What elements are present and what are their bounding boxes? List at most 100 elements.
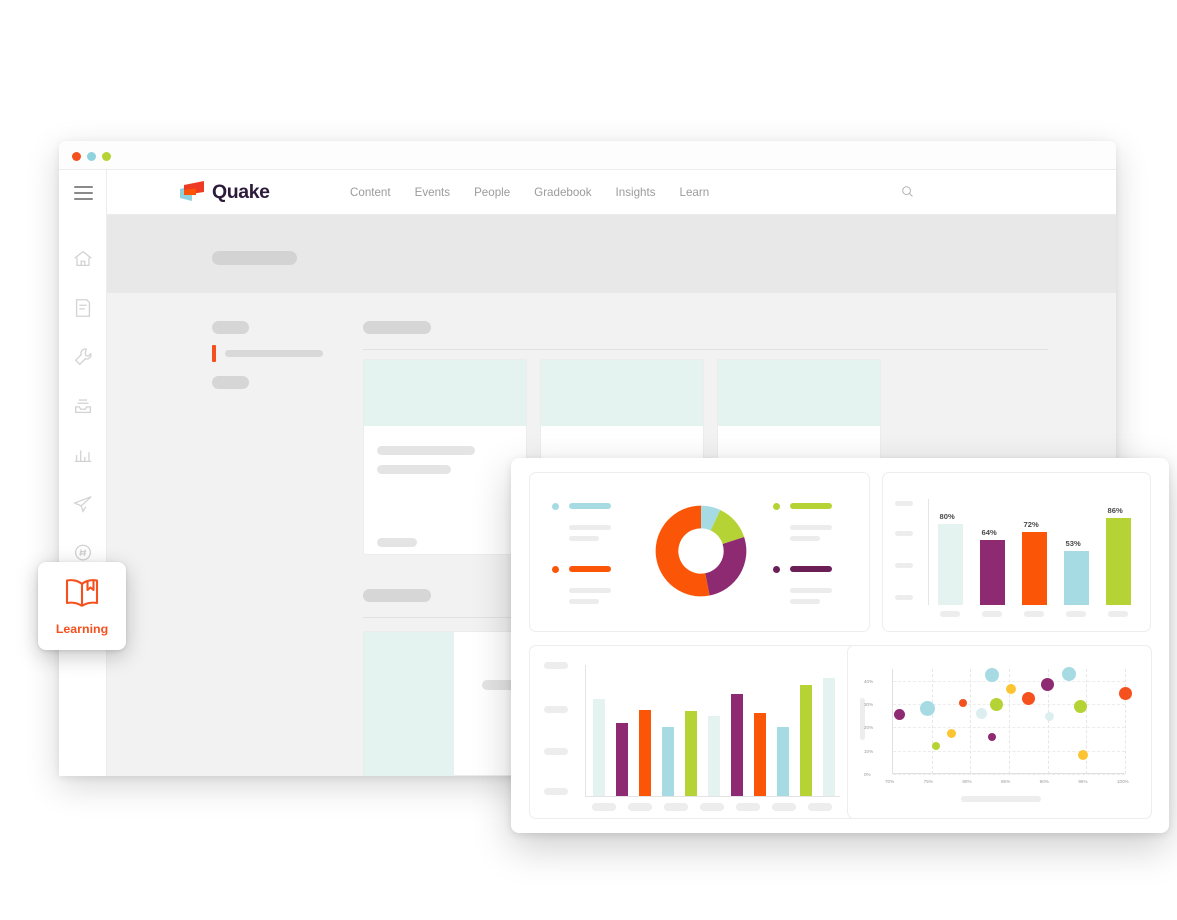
scatter-point[interactable] [1062, 666, 1077, 681]
scatter-point[interactable] [1041, 677, 1055, 691]
axis-label-placeholder [544, 706, 568, 713]
section-title-placeholder [363, 589, 431, 602]
axis-label-placeholder [895, 563, 913, 568]
sidebar-item-home[interactable] [59, 248, 107, 270]
bar[interactable] [1105, 517, 1131, 605]
scatter-point[interactable] [984, 667, 999, 682]
sidebar-item-send[interactable] [59, 493, 107, 515]
card-line-placeholder [377, 465, 451, 474]
search-icon[interactable] [900, 184, 915, 204]
sidebar-item-notes[interactable] [59, 297, 107, 319]
bar[interactable] [662, 726, 675, 796]
nav-link-gradebook[interactable]: Gradebook [534, 186, 591, 199]
content-card[interactable] [363, 359, 527, 555]
bar[interactable] [593, 699, 606, 796]
scatter-point[interactable] [946, 728, 956, 738]
x-axis-label-placeholder [628, 803, 652, 811]
learning-badge[interactable]: Learning [38, 562, 126, 650]
learning-label: Learning [55, 622, 109, 636]
bar[interactable] [1063, 551, 1089, 605]
nav-link-people[interactable]: People [474, 186, 510, 199]
legend-bar-green [790, 503, 832, 509]
y-tick-label: 20% [864, 725, 874, 731]
bar[interactable] [776, 726, 789, 796]
x-axis-label-placeholder [1108, 611, 1128, 617]
legend-subline [790, 599, 820, 604]
scatter-point[interactable] [1021, 691, 1035, 705]
bar[interactable] [708, 716, 720, 796]
bar[interactable] [639, 709, 652, 796]
legend-bar-blue [569, 503, 611, 509]
window-minimize-button[interactable] [87, 152, 96, 161]
grid-line-vertical [931, 669, 933, 774]
bar[interactable] [979, 539, 1005, 605]
bar-value-label: 72% [1023, 519, 1039, 529]
nav-link-learn[interactable]: Learn [680, 186, 710, 199]
sidebar-item-channels[interactable] [59, 542, 107, 564]
bar[interactable] [1021, 531, 1047, 605]
brand-logo[interactable]: Quake [178, 179, 270, 205]
bar[interactable] [616, 722, 629, 796]
nav-link-insights[interactable]: Insights [616, 186, 656, 199]
grid-line-horizontal [893, 774, 1125, 775]
bar-plot-area: 80% 64% 72% 53% 86% [929, 499, 1139, 605]
y-tick-label: 10% [864, 748, 874, 754]
bar[interactable] [937, 523, 963, 605]
scatter-point[interactable] [976, 707, 988, 719]
x-tick-label: 75% [923, 779, 933, 784]
wrench-icon [72, 346, 94, 368]
axis-label-placeholder [895, 531, 913, 536]
bar-value-label: 53% [1065, 539, 1081, 549]
hamburger-icon[interactable] [74, 186, 93, 204]
scatter-point[interactable] [1005, 683, 1016, 694]
legend-dot-orange [552, 566, 559, 573]
bar[interactable] [685, 710, 698, 796]
window-close-button[interactable] [72, 152, 81, 161]
donut-segment[interactable] [705, 536, 747, 596]
x-axis-label-placeholders [588, 803, 840, 812]
sidebar-item-tools[interactable] [59, 346, 107, 368]
sidebar-item-inbox[interactable] [59, 395, 107, 417]
scatter-point[interactable] [987, 732, 996, 741]
x-axis-label-placeholder [664, 803, 688, 811]
scatter-point[interactable] [1044, 712, 1054, 722]
scatter-plot-area [892, 666, 1132, 775]
sidebar-active-item-placeholder[interactable] [225, 350, 323, 357]
y-tick-label: 40% [864, 678, 874, 684]
hashtag-chat-icon [72, 542, 94, 564]
x-axis-label-placeholder [772, 803, 796, 811]
bar[interactable] [753, 713, 766, 796]
scatter-point[interactable] [1118, 687, 1132, 700]
scatter-point[interactable] [920, 701, 936, 717]
scatter-point[interactable] [931, 742, 940, 750]
screenshot-stage: Quake Content Events People Gradebook In… [0, 0, 1177, 920]
bar[interactable] [730, 693, 743, 796]
bar[interactable] [799, 684, 812, 796]
legend-subline [569, 525, 611, 530]
donut-chart-card [529, 472, 870, 632]
sidebar-item-reports[interactable] [59, 444, 107, 466]
bar-value-label: 64% [981, 527, 997, 537]
scatter-point[interactable] [893, 709, 905, 720]
axis-label-placeholder [544, 748, 568, 755]
bar[interactable] [822, 678, 835, 796]
sidebar-heading-placeholder [212, 321, 249, 334]
legend-dot-purple [773, 566, 780, 573]
percent-bar-chart-card: 80% 64% 72% 53% 86% [882, 472, 1151, 632]
quake-logo-icon [178, 179, 208, 205]
legend-bar-orange [569, 566, 611, 572]
bar-value-label: 80% [939, 511, 955, 521]
legend-subline [569, 599, 599, 604]
x-axis-label-placeholder [592, 803, 616, 811]
nav-link-content[interactable]: Content [350, 186, 391, 199]
scatter-point[interactable] [1073, 699, 1087, 713]
legend-bar-purple [790, 566, 832, 572]
top-navigation-bar: Quake Content Events People Gradebook In… [107, 170, 1116, 215]
x-axis-label-placeholder [1024, 611, 1044, 617]
window-maximize-button[interactable] [102, 152, 111, 161]
nav-link-events[interactable]: Events [415, 186, 450, 199]
x-axis-label-placeholder [1066, 611, 1086, 617]
window-titlebar [59, 141, 1116, 170]
scatter-point[interactable] [958, 698, 967, 707]
scatter-point[interactable] [990, 697, 1004, 711]
